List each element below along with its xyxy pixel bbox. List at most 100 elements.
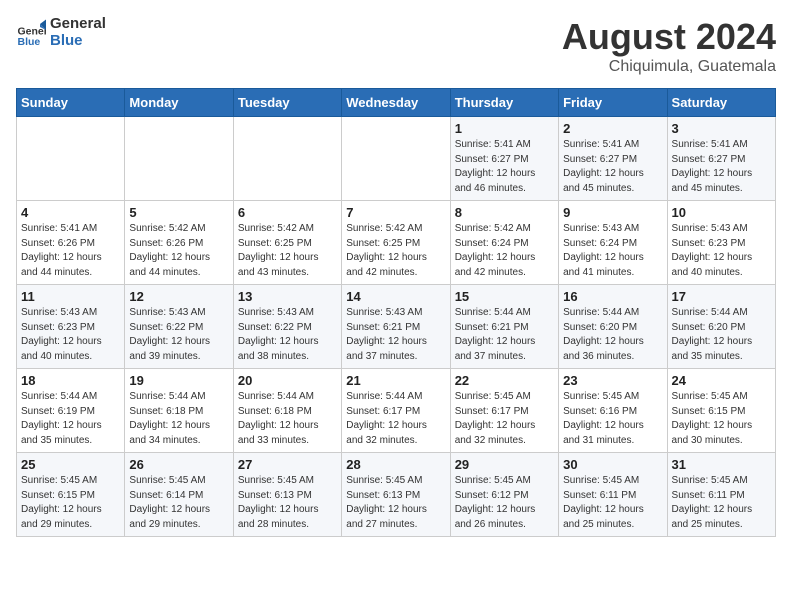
calendar-cell: 5Sunrise: 5:42 AMSunset: 6:26 PMDaylight… [125,201,233,285]
subtitle: Chiquimula, Guatemala [562,58,776,76]
day-info: Sunrise: 5:43 AMSunset: 6:24 PMDaylight:… [563,222,662,280]
day-number: 4 [21,205,120,220]
calendar-cell: 1 Sunrise: 5:41 AMSunset: 6:27 PMDaylight… [450,117,558,201]
day-info: Sunrise: 5:44 AMSunset: 6:17 PMDaylight:… [346,390,445,448]
day-info: Sunrise: 5:44 AMSunset: 6:20 PMDaylight:… [672,306,771,364]
calendar-cell: 31Sunrise: 5:45 AMSunset: 6:11 PMDayligh… [667,453,775,537]
calendar-cell: 21Sunrise: 5:44 AMSunset: 6:17 PMDayligh… [342,369,450,453]
calendar-week-row: 11 Sunrise: 5:43 AMSunset: 6:23 PMDayligh… [17,285,776,369]
calendar-cell [125,117,233,201]
day-number: 23 [563,373,662,388]
calendar-cell: 7 Sunrise: 5:42 AMSunset: 6:25 PMDaylight… [342,201,450,285]
calendar-header-saturday: Saturday [667,89,775,117]
calendar-cell: 20Sunrise: 5:44 AMSunset: 6:18 PMDayligh… [233,369,341,453]
day-number: 15 [455,289,554,304]
logo-general: General [50,16,106,33]
calendar-table: SundayMondayTuesdayWednesdayThursdayFrid… [16,88,776,537]
day-number: 12 [129,289,228,304]
title-area: August 2024 Chiquimula, Guatemala [562,16,776,76]
calendar-cell: 18Sunrise: 5:44 AMSunset: 6:19 PMDayligh… [17,369,125,453]
day-info: Sunrise: 5:44 AMSunset: 6:19 PMDaylight:… [21,390,120,448]
day-info: Sunrise: 5:44 AMSunset: 6:18 PMDaylight:… [129,390,228,448]
day-info: Sunrise: 5:45 AMSunset: 6:11 PMDaylight:… [563,474,662,532]
day-info: Sunrise: 5:44 AMSunset: 6:21 PMDaylight:… [455,306,554,364]
calendar-cell: 9 Sunrise: 5:43 AMSunset: 6:24 PMDaylight… [559,201,667,285]
header: General Blue General Blue August 2024 Ch… [16,16,776,76]
day-number: 29 [455,457,554,472]
logo: General Blue General Blue [16,16,106,49]
calendar-cell: 29 Sunrise: 5:45 AMSunset: 6:12 PMDayligh… [450,453,558,537]
day-number: 2 [563,121,662,136]
calendar-cell [342,117,450,201]
day-info: Sunrise: 5:44 AMSunset: 6:18 PMDaylight:… [238,390,337,448]
day-info: Sunrise: 5:42 AMSunset: 6:26 PMDaylight:… [129,222,228,280]
calendar-cell: 10Sunrise: 5:43 AMSunset: 6:23 PMDayligh… [667,201,775,285]
day-number: 22 [455,373,554,388]
day-info: Sunrise: 5:45 AMSunset: 6:12 PMDaylight:… [455,474,554,532]
day-info: Sunrise: 5:45 AMSunset: 6:13 PMDaylight:… [238,474,337,532]
calendar-cell: 4 Sunrise: 5:41 AMSunset: 6:26 PMDaylight… [17,201,125,285]
day-number: 25 [21,457,120,472]
day-info: Sunrise: 5:45 AMSunset: 6:16 PMDaylight:… [563,390,662,448]
logo-icon: General Blue [16,18,46,48]
calendar-cell: 22Sunrise: 5:45 AMSunset: 6:17 PMDayligh… [450,369,558,453]
calendar-header-wednesday: Wednesday [342,89,450,117]
calendar-cell: 11 Sunrise: 5:43 AMSunset: 6:23 PMDayligh… [17,285,125,369]
day-number: 9 [563,205,662,220]
day-info: Sunrise: 5:45 AMSunset: 6:14 PMDaylight:… [129,474,228,532]
day-number: 6 [238,205,337,220]
day-number: 14 [346,289,445,304]
day-info: Sunrise: 5:42 AMSunset: 6:25 PMDaylight:… [346,222,445,280]
calendar-cell: 28 Sunrise: 5:45 AMSunset: 6:13 PMDayligh… [342,453,450,537]
day-info: Sunrise: 5:41 AMSunset: 6:27 PMDaylight:… [672,138,771,196]
calendar-cell: 2 Sunrise: 5:41 AMSunset: 6:27 PMDaylight… [559,117,667,201]
calendar-cell: 27 Sunrise: 5:45 AMSunset: 6:13 PMDayligh… [233,453,341,537]
calendar-cell: 14 Sunrise: 5:43 AMSunset: 6:21 PMDayligh… [342,285,450,369]
day-info: Sunrise: 5:42 AMSunset: 6:24 PMDaylight:… [455,222,554,280]
calendar-header-sunday: Sunday [17,89,125,117]
calendar-cell: 6Sunrise: 5:42 AMSunset: 6:25 PMDaylight… [233,201,341,285]
day-number: 19 [129,373,228,388]
day-info: Sunrise: 5:41 AMSunset: 6:27 PMDaylight:… [563,138,662,196]
calendar-cell [233,117,341,201]
day-info: Sunrise: 5:43 AMSunset: 6:21 PMDaylight:… [346,306,445,364]
svg-text:Blue: Blue [18,36,41,48]
logo-blue: Blue [50,33,106,50]
calendar-header-friday: Friday [559,89,667,117]
day-number: 10 [672,205,771,220]
main-title: August 2024 [562,16,776,58]
calendar-cell: 19 Sunrise: 5:44 AMSunset: 6:18 PMDayligh… [125,369,233,453]
calendar-cell [17,117,125,201]
day-number: 27 [238,457,337,472]
day-info: Sunrise: 5:43 AMSunset: 6:23 PMDaylight:… [21,306,120,364]
day-number: 11 [21,289,120,304]
day-number: 30 [563,457,662,472]
calendar-cell: 15 Sunrise: 5:44 AMSunset: 6:21 PMDayligh… [450,285,558,369]
calendar-week-row: 18Sunrise: 5:44 AMSunset: 6:19 PMDayligh… [17,369,776,453]
calendar-cell: 16Sunrise: 5:44 AMSunset: 6:20 PMDayligh… [559,285,667,369]
day-number: 28 [346,457,445,472]
day-number: 7 [346,205,445,220]
day-number: 16 [563,289,662,304]
calendar-week-row: 1 Sunrise: 5:41 AMSunset: 6:27 PMDaylight… [17,117,776,201]
day-info: Sunrise: 5:43 AMSunset: 6:22 PMDaylight:… [129,306,228,364]
calendar-cell: 26Sunrise: 5:45 AMSunset: 6:14 PMDayligh… [125,453,233,537]
calendar-cell: 8Sunrise: 5:42 AMSunset: 6:24 PMDaylight… [450,201,558,285]
calendar-header-thursday: Thursday [450,89,558,117]
day-number: 1 [455,121,554,136]
day-info: Sunrise: 5:41 AMSunset: 6:27 PMDaylight:… [455,138,554,196]
calendar-cell: 13Sunrise: 5:43 AMSunset: 6:22 PMDayligh… [233,285,341,369]
day-number: 24 [672,373,771,388]
calendar-cell: 23 Sunrise: 5:45 AMSunset: 6:16 PMDayligh… [559,369,667,453]
day-number: 3 [672,121,771,136]
calendar-cell: 12 Sunrise: 5:43 AMSunset: 6:22 PMDayligh… [125,285,233,369]
day-info: Sunrise: 5:41 AMSunset: 6:26 PMDaylight:… [21,222,120,280]
day-number: 31 [672,457,771,472]
calendar-week-row: 25 Sunrise: 5:45 AMSunset: 6:15 PMDayligh… [17,453,776,537]
day-info: Sunrise: 5:45 AMSunset: 6:13 PMDaylight:… [346,474,445,532]
calendar-cell: 24 Sunrise: 5:45 AMSunset: 6:15 PMDayligh… [667,369,775,453]
day-number: 17 [672,289,771,304]
calendar-cell: 17 Sunrise: 5:44 AMSunset: 6:20 PMDayligh… [667,285,775,369]
day-info: Sunrise: 5:45 AMSunset: 6:15 PMDaylight:… [21,474,120,532]
day-info: Sunrise: 5:45 AMSunset: 6:15 PMDaylight:… [672,390,771,448]
